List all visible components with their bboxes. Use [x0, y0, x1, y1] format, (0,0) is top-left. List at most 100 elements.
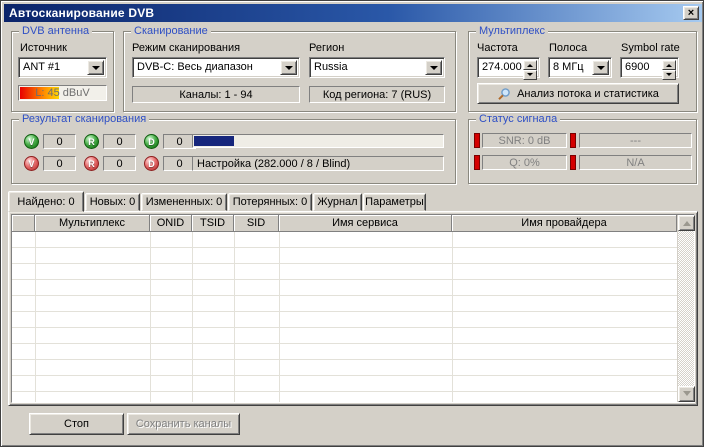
header-label: Мультиплекс: [59, 217, 125, 229]
counter-value: 0: [56, 136, 62, 148]
tab-label: Найдено: 0: [17, 196, 74, 208]
tab-label: Параметры: [365, 196, 424, 208]
spin-down-button[interactable]: [662, 70, 676, 80]
scan-groupbox: Сканирование Режим сканирования Регион D…: [123, 31, 456, 112]
arrow-down-icon: [683, 391, 691, 400]
tab-label: Потерянных: 0: [233, 196, 308, 208]
analyze-stream-button[interactable]: Анализ потока и статистика: [477, 83, 679, 104]
frequency-value: 274.000: [482, 61, 524, 73]
bandwidth-combobox[interactable]: 8 МГц: [548, 57, 612, 78]
region-code-panel: Код региона: 7 (RUS): [309, 86, 445, 103]
counter-value: 0: [56, 158, 62, 170]
column-gridline: [150, 232, 151, 402]
arrow-down-icon: [666, 73, 672, 79]
snr-indicator-left: [474, 133, 480, 148]
spin-down-button[interactable]: [523, 70, 537, 80]
arrow-up-icon: [527, 61, 533, 67]
channel-table: Мультиплекс ONID TSID SID Имя сервиса Им…: [11, 214, 695, 403]
source-dropdown-button[interactable]: [87, 60, 104, 75]
scan-mode-combobox[interactable]: DVB-C: Весь диапазон: [132, 57, 300, 78]
save-channels-label: Сохранить каналы: [136, 418, 231, 430]
quality-text: Q: 0%: [509, 157, 540, 169]
indicator-letter: D: [148, 159, 155, 169]
tab-lost[interactable]: Потерянных: 0: [228, 193, 312, 211]
signal-groupbox: Статус сигнала SNR: 0 dB --- Q: 0% N/A: [468, 119, 697, 184]
header-cell-tsid[interactable]: TSID: [192, 215, 234, 232]
counter-value: 0: [176, 136, 182, 148]
indicator-ball-data-ok: D: [144, 134, 159, 149]
arrow-down-icon: [527, 73, 533, 79]
symbol-rate-spinedit[interactable]: 6900: [620, 57, 679, 78]
scan-group-title: Сканирование: [131, 25, 211, 37]
analyze-stream-label: Анализ потока и статистика: [517, 88, 659, 100]
indicator-ball-video-fail: V: [24, 156, 39, 171]
close-button[interactable]: ×: [683, 6, 699, 20]
region-dropdown-button[interactable]: [425, 60, 442, 75]
result-group-title: Результат сканирования: [19, 113, 149, 125]
quality-value-panel: N/A: [579, 155, 692, 170]
counter-value: 0: [176, 158, 182, 170]
indicator-ball-video-ok: V: [24, 134, 39, 149]
header-label: ONID: [157, 217, 185, 229]
indicator-letter: V: [28, 159, 34, 169]
channel-table-header: Мультиплекс ONID TSID SID Имя сервиса Им…: [12, 215, 677, 232]
snr-indicator-right: [570, 133, 576, 148]
source-combobox[interactable]: ANT #1: [18, 57, 107, 78]
header-cell-multiplex[interactable]: Мультиплекс: [35, 215, 150, 232]
spin-up-button[interactable]: [662, 60, 676, 70]
symbol-rate-spinner: [662, 60, 676, 75]
indicator-ball-radio-fail: R: [84, 156, 99, 171]
counter-video-fail: 0: [43, 156, 76, 171]
antenna-group-title: DVB антенна: [19, 25, 92, 37]
save-channels-button[interactable]: Сохранить каналы: [127, 413, 240, 435]
chevron-down-icon: [92, 66, 100, 74]
scan-progress-bar: [192, 134, 444, 148]
scroll-down-button[interactable]: [678, 386, 695, 402]
header-cell-provider-name[interactable]: Имя провайдера: [452, 215, 677, 232]
arrow-up-icon: [683, 217, 691, 226]
tab-changed[interactable]: Измененных: 0: [141, 193, 227, 211]
snr-value-text: ---: [630, 135, 641, 147]
scroll-up-button[interactable]: [678, 215, 695, 231]
frequency-spinedit[interactable]: 274.000: [477, 57, 540, 78]
vertical-scrollbar[interactable]: [677, 215, 694, 402]
region-combobox[interactable]: Russia: [309, 57, 445, 78]
indicator-letter: D: [148, 137, 155, 147]
indicator-letter: R: [88, 137, 95, 147]
bandwidth-dropdown-button[interactable]: [592, 60, 609, 75]
channel-list-body[interactable]: [12, 232, 677, 402]
chevron-down-icon: [430, 66, 438, 74]
source-value: ANT #1: [23, 61, 88, 73]
stop-button[interactable]: Стоп: [29, 413, 124, 435]
indicator-ball-radio-ok: R: [84, 134, 99, 149]
signal-group-title: Статус сигнала: [476, 113, 560, 125]
symbol-rate-value: 6900: [625, 61, 663, 73]
tab-found[interactable]: Найдено: 0: [8, 191, 84, 212]
region-value: Russia: [314, 61, 426, 73]
column-gridline: [452, 232, 453, 402]
tab-new[interactable]: Новых: 0: [85, 193, 140, 211]
scan-status-panel: Настройка (282.000 / 8 / Blind): [192, 156, 444, 171]
dialog-window: Автосканирование DVB × DVB антенна Источ…: [0, 0, 704, 447]
scan-mode-dropdown-button[interactable]: [280, 60, 297, 75]
header-cell-service-name[interactable]: Имя сервиса: [279, 215, 452, 232]
chevron-down-icon: [597, 66, 605, 74]
header-cell-marker[interactable]: [12, 215, 35, 232]
quality-indicator-left: [474, 155, 480, 170]
counter-radio-ok: 0: [103, 134, 136, 149]
tab-log[interactable]: Журнал: [313, 193, 362, 211]
signal-level-bar: L: 45 dBuV: [18, 85, 107, 101]
frequency-label: Частота: [477, 42, 518, 54]
antenna-groupbox: DVB антенна Источник ANT #1 L: 45 dBuV: [11, 31, 114, 112]
header-label: TSID: [200, 217, 225, 229]
scan-status-text: Настройка (282.000 / 8 / Blind): [197, 158, 350, 170]
header-cell-onid[interactable]: ONID: [150, 215, 192, 232]
snr-panel: SNR: 0 dB: [482, 133, 567, 148]
title-bar[interactable]: Автосканирование DVB ×: [4, 4, 702, 22]
tab-parameters[interactable]: Параметры: [363, 193, 426, 211]
column-gridline: [192, 232, 193, 402]
spin-up-button[interactable]: [523, 60, 537, 70]
counter-radio-fail: 0: [103, 156, 136, 171]
scan-progress-fill: [194, 136, 234, 146]
header-cell-sid[interactable]: SID: [234, 215, 279, 232]
